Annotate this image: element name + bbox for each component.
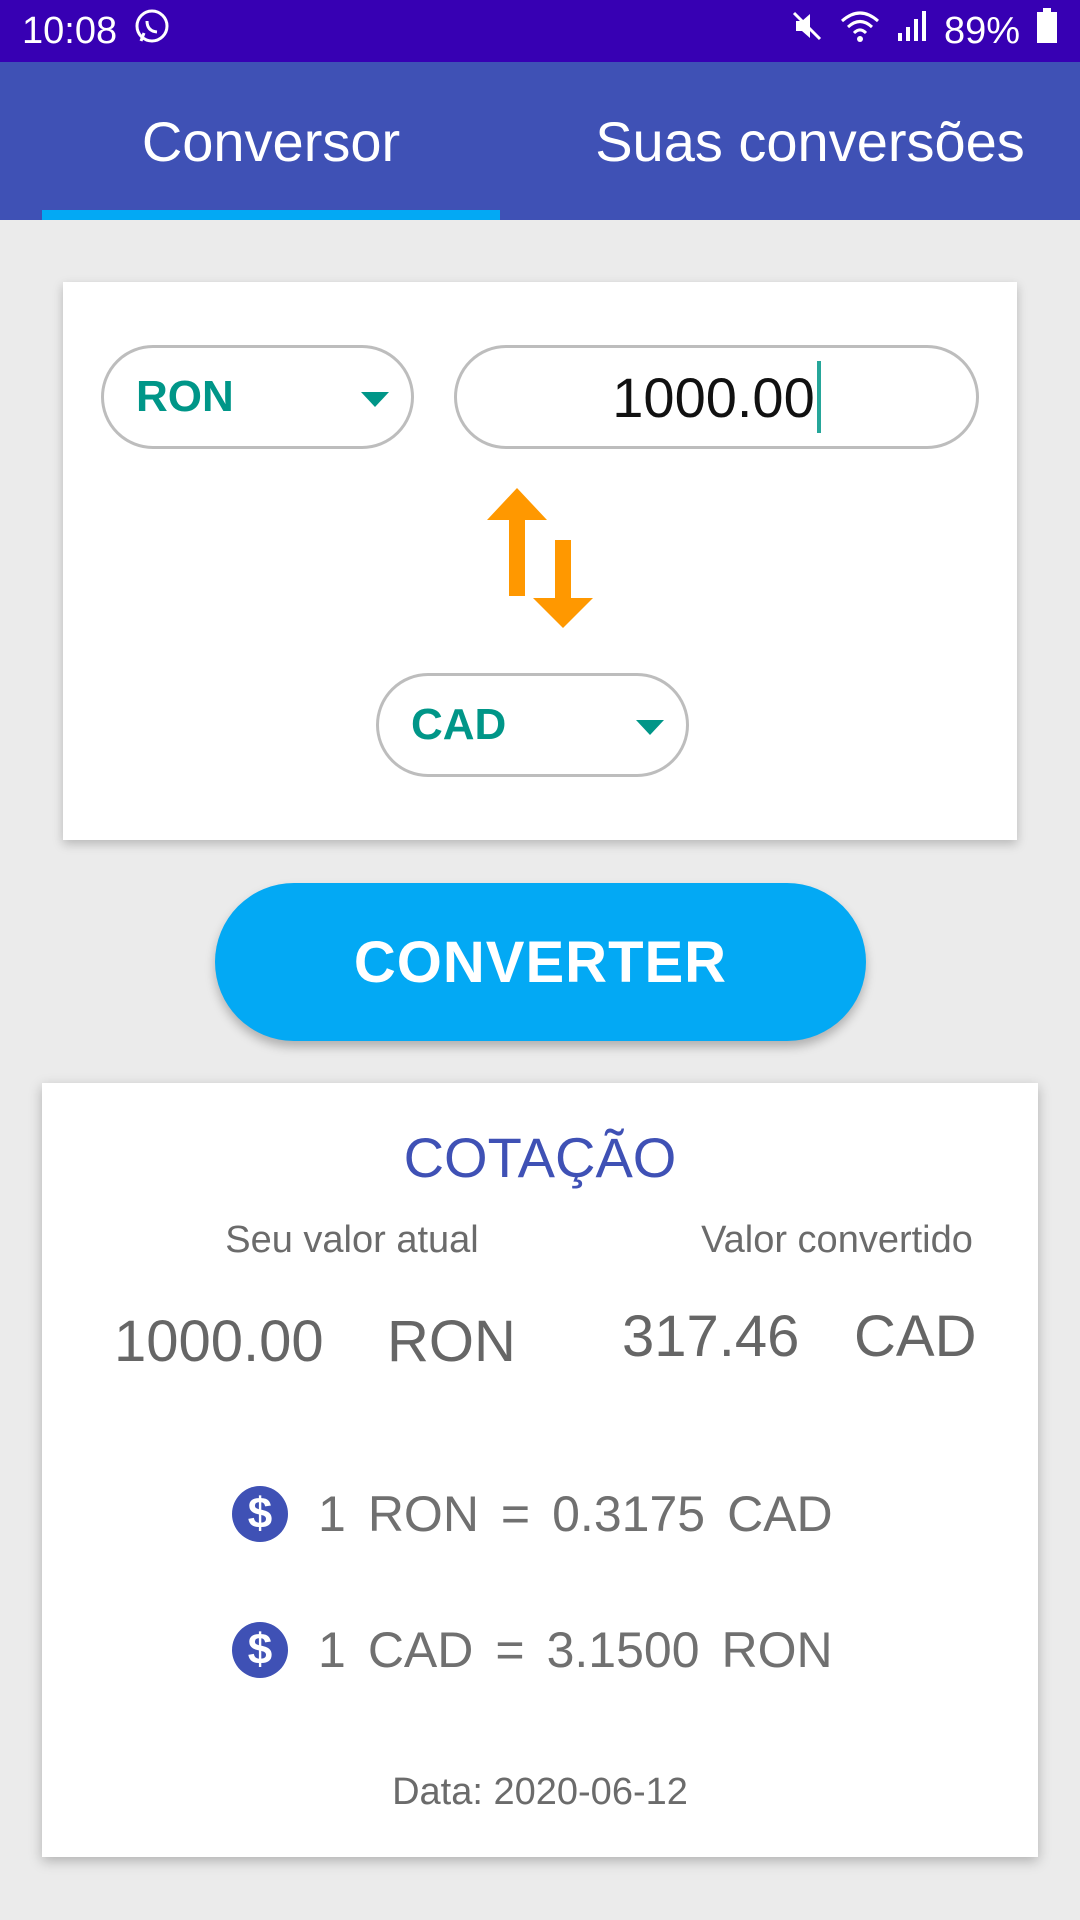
- status-time: 10:08: [22, 9, 118, 52]
- dollar-icon: $: [232, 1486, 288, 1542]
- rate-line: $ 1 RON = 0.3175 CAD: [232, 1485, 855, 1543]
- rate-card: COTAÇÃO Seu valor atual Valor convertido…: [42, 1083, 1038, 1857]
- app-bar: Conversor Suas conversões: [0, 62, 1080, 220]
- whatsapp-icon: [133, 7, 171, 55]
- amount-value: 1000.00: [612, 365, 815, 429]
- battery-level: 89%: [943, 9, 1020, 52]
- current-value-label: Seu valor atual: [225, 1219, 479, 1261]
- rate-date: Data: 2020-06-12: [392, 1771, 688, 1813]
- tab-indicator: [42, 210, 500, 220]
- tab-suas-conversoes[interactable]: Suas conversões: [560, 62, 1060, 220]
- converter-card: RON 1000.00 CAD: [63, 282, 1017, 840]
- chevron-down-icon: [361, 392, 389, 407]
- dollar-icon: $: [232, 1622, 288, 1678]
- tab-conversor[interactable]: Conversor: [42, 62, 500, 220]
- to-currency-select[interactable]: CAD: [376, 673, 689, 777]
- to-currency-label: CAD: [411, 700, 507, 749]
- rate-line: $ 1 CAD = 3.1500 RON: [232, 1621, 855, 1679]
- converted-value-label: Valor convertido: [701, 1219, 973, 1261]
- mute-icon: [790, 9, 824, 53]
- from-currency-select[interactable]: RON: [101, 345, 414, 449]
- from-currency-label: RON: [136, 372, 234, 421]
- battery-icon: [1036, 8, 1058, 54]
- converted-value: 317.46: [622, 1304, 800, 1369]
- swap-vertical-arrows-icon[interactable]: [485, 488, 595, 633]
- current-currency: RON: [387, 1309, 516, 1374]
- text-cursor: [816, 361, 821, 433]
- current-value: 1000.00: [114, 1309, 324, 1374]
- chevron-down-icon: [636, 720, 664, 735]
- convert-button[interactable]: CONVERTER: [215, 883, 866, 1041]
- rate-title: COTAÇÃO: [403, 1126, 677, 1189]
- wifi-icon: [840, 9, 880, 53]
- signal-icon: [896, 9, 928, 53]
- amount-input[interactable]: 1000.00: [454, 345, 979, 449]
- converted-currency: CAD: [854, 1304, 977, 1369]
- status-bar: 10:08 89%: [0, 0, 1080, 62]
